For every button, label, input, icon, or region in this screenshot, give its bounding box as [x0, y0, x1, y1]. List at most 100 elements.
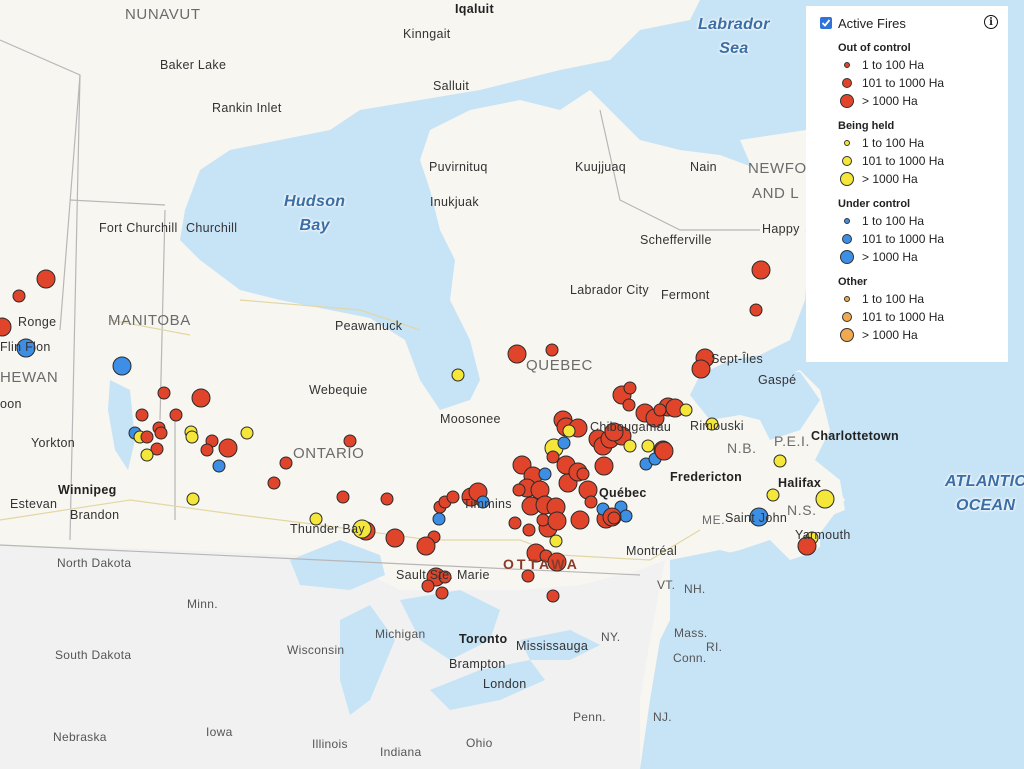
fire-marker-out[interactable]: [546, 589, 560, 603]
us-state-label: Michigan: [375, 627, 426, 641]
city-label: Québec: [599, 486, 647, 500]
legend-item-label: > 1000 Ha: [862, 94, 918, 108]
fire-marker-out[interactable]: [622, 398, 636, 412]
fire-marker-held[interactable]: [549, 534, 563, 548]
circle-icon: [840, 94, 854, 108]
legend-item: > 1000 Ha: [838, 170, 1008, 188]
fire-marker-held[interactable]: [186, 492, 200, 506]
legend-item: 1 to 100 Ha: [838, 290, 1008, 308]
legend-item: 101 to 1000 Ha: [838, 152, 1008, 170]
layer-checkbox[interactable]: [820, 17, 832, 29]
fire-marker-out[interactable]: [267, 476, 281, 490]
city-label: Rankin Inlet: [212, 101, 282, 115]
fire-marker-out[interactable]: [200, 443, 214, 457]
fire-marker-out[interactable]: [12, 289, 26, 303]
city-label: Rimouski: [690, 419, 744, 433]
fire-marker-under[interactable]: [112, 356, 132, 376]
fire-marker-under[interactable]: [212, 459, 226, 473]
region-label: NUNAVUT: [125, 6, 201, 23]
fire-marker-out[interactable]: [507, 344, 527, 364]
fire-marker-held[interactable]: [641, 439, 655, 453]
fire-marker-out[interactable]: [607, 511, 621, 525]
us-state-label: VT.: [657, 578, 676, 592]
fire-marker-out[interactable]: [749, 303, 763, 317]
legend-item: 101 to 1000 Ha: [838, 74, 1008, 92]
fire-marker-held[interactable]: [679, 403, 693, 417]
us-state-label: Penn.: [573, 710, 606, 724]
fire-marker-out[interactable]: [157, 386, 171, 400]
fire-marker-held[interactable]: [766, 488, 780, 502]
circle-icon: [844, 296, 850, 302]
fire-marker-out[interactable]: [512, 483, 526, 497]
city-label: Sept-Îles: [711, 352, 764, 366]
fire-marker-out[interactable]: [545, 343, 559, 357]
info-icon[interactable]: i: [984, 15, 998, 29]
fire-marker-under[interactable]: [557, 436, 571, 450]
fire-marker-out[interactable]: [522, 523, 536, 537]
fire-marker-out[interactable]: [336, 490, 350, 504]
layer-toggle[interactable]: Active Fires: [820, 14, 1008, 32]
fire-marker-out[interactable]: [594, 456, 614, 476]
fire-marker-held[interactable]: [140, 448, 154, 462]
legend-symbol: [838, 312, 856, 322]
fire-marker-under[interactable]: [538, 467, 552, 481]
legend-symbol: [838, 250, 856, 264]
fire-marker-out[interactable]: [508, 516, 522, 530]
region-label: AND L: [752, 185, 800, 202]
city-label: Puvirnituq: [429, 160, 488, 174]
city-label: oon: [0, 397, 22, 411]
us-state-label: South Dakota: [55, 648, 132, 662]
fire-marker-out[interactable]: [385, 528, 405, 548]
fire-marker-held[interactable]: [815, 489, 835, 509]
fire-marker-out[interactable]: [416, 536, 436, 556]
region-label: NEWFO: [748, 160, 807, 177]
fire-marker-under[interactable]: [619, 509, 633, 523]
fire-marker-out[interactable]: [546, 450, 560, 464]
fire-marker-out[interactable]: [169, 408, 183, 422]
legend-group-title: Out of control: [838, 42, 911, 54]
fire-marker-out[interactable]: [380, 492, 394, 506]
fire-marker-held[interactable]: [240, 426, 254, 440]
legend-symbol: [838, 234, 856, 244]
us-state-label: Conn.: [673, 651, 707, 665]
city-label: Nain: [690, 160, 717, 174]
fire-marker-out[interactable]: [584, 495, 598, 509]
fire-marker-held[interactable]: [773, 454, 787, 468]
fire-marker-out[interactable]: [576, 467, 590, 481]
fire-marker-out[interactable]: [279, 456, 293, 470]
fire-marker-out[interactable]: [691, 359, 711, 379]
city-label: Peawanuck: [335, 319, 403, 333]
city-label: Winnipeg: [58, 483, 117, 497]
fire-marker-out[interactable]: [435, 586, 449, 600]
circle-icon: [844, 218, 850, 224]
fire-marker-held[interactable]: [562, 424, 576, 438]
fire-marker-out[interactable]: [140, 430, 154, 444]
fire-marker-held[interactable]: [451, 368, 465, 382]
fire-marker-held[interactable]: [623, 439, 637, 453]
fire-marker-out[interactable]: [653, 403, 667, 417]
fire-marker-out[interactable]: [135, 408, 149, 422]
legend-group: Out of control 1 to 100 Ha 101 to 1000 Ha >…: [838, 40, 1008, 110]
fire-marker-held[interactable]: [185, 430, 199, 444]
region-label: P.E.I.: [774, 433, 811, 449]
city-label: Fort Churchill: [99, 221, 178, 235]
fire-marker-out[interactable]: [751, 260, 771, 280]
fire-marker-out[interactable]: [570, 510, 590, 530]
fire-marker-out[interactable]: [536, 513, 550, 527]
city-label: Montréal: [626, 544, 678, 558]
circle-icon: [840, 172, 854, 186]
fire-marker-out[interactable]: [191, 388, 211, 408]
fire-marker-out[interactable]: [154, 426, 168, 440]
fire-marker-out[interactable]: [623, 381, 637, 395]
fire-marker-out[interactable]: [654, 441, 674, 461]
fire-marker-under[interactable]: [432, 512, 446, 526]
legend-group-title: Under control: [838, 198, 911, 210]
legend-item: 101 to 1000 Ha: [838, 308, 1008, 326]
legend-item: > 1000 Ha: [838, 326, 1008, 344]
fire-marker-out[interactable]: [446, 490, 460, 504]
fire-marker-out[interactable]: [547, 511, 567, 531]
fire-marker-out[interactable]: [36, 269, 56, 289]
region-label: MANITOBA: [108, 312, 191, 329]
layer-title: Active Fires: [838, 15, 906, 31]
fire-marker-out[interactable]: [218, 438, 238, 458]
